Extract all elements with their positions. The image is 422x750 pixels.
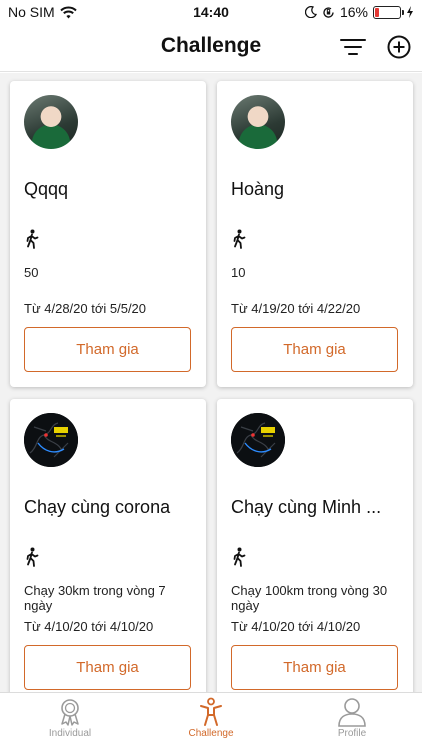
tab-profile[interactable]: Profile: [282, 697, 422, 749]
challenge-name: Hoàng: [231, 179, 285, 199]
battery-icon: [373, 5, 404, 19]
challenge-target: Chạy 30km trong vòng 7 ngày: [24, 583, 166, 613]
join-button[interactable]: Tham gia: [231, 327, 398, 372]
tab-label: Individual: [48, 728, 92, 739]
add-challenge-button[interactable]: [384, 32, 414, 62]
tab-label: Challenge: [188, 728, 234, 739]
challenge-dates: Từ 4/10/20 tới 4/10/20: [231, 619, 361, 634]
join-button[interactable]: Tham gia: [24, 645, 191, 690]
challenge-name: Qqqq: [24, 179, 69, 199]
join-button[interactable]: Tham gia: [231, 645, 398, 690]
challenge-avatar: [24, 413, 78, 467]
tab-bar: Individual Challenge Profile: [0, 692, 422, 750]
tab-individual[interactable]: Individual: [0, 697, 140, 749]
moon-icon: [304, 6, 317, 18]
charging-bolt-icon: [407, 6, 413, 18]
tab-challenge[interactable]: Challenge: [141, 697, 281, 749]
challenge-target: Chạy 100km trong vòng 30 ngày: [231, 583, 388, 613]
challenge-avatar: [24, 95, 78, 149]
challenge-card[interactable]: Qqqq 50 Từ 4/28/20 tới 5/5/20 Tham gia: [10, 81, 206, 387]
challenge-name: Chạy cùng Minh ...: [231, 497, 382, 517]
filter-button[interactable]: [338, 32, 368, 62]
challenge-dates: Từ 4/10/20 tới 4/10/20: [24, 619, 154, 634]
tab-label: Profile: [337, 728, 367, 739]
navigation-header: Challenge: [0, 24, 422, 72]
walking-icon: [233, 229, 246, 249]
challenge-dates: Từ 4/28/20 tới 5/5/20: [24, 301, 147, 316]
rotation-lock-icon: [323, 6, 334, 18]
challenge-avatar: [231, 95, 285, 149]
walking-icon: [26, 229, 39, 249]
status-bar: No SIM 14:40 16%: [0, 0, 422, 24]
challenge-name: Chạy cùng corona: [24, 497, 171, 517]
filter-icon: [340, 39, 366, 55]
challenge-card[interactable]: Chạy cùng corona Chạy 30km trong vòng 7 …: [10, 399, 206, 692]
challenge-dates: Từ 4/19/20 tới 4/22/20: [231, 301, 361, 316]
challenge-card[interactable]: Hoàng 10 Từ 4/19/20 tới 4/22/20 Tham gia: [217, 81, 413, 387]
challenge-avatar: [231, 413, 285, 467]
user-icon: [338, 698, 366, 727]
person-activity-icon: [200, 697, 222, 726]
join-button[interactable]: Tham gia: [24, 327, 191, 372]
walking-icon: [26, 547, 39, 567]
status-right: 16%: [304, 4, 414, 20]
challenge-list[interactable]: Qqqq 50 Từ 4/28/20 tới 5/5/20 Tham gia H…: [0, 73, 422, 692]
medal-icon: [61, 699, 79, 726]
challenge-card[interactable]: Chạy cùng Minh ... Chạy 100km trong vòng…: [217, 399, 413, 692]
challenge-target: 10: [231, 265, 246, 280]
walking-icon: [233, 547, 246, 567]
challenge-target: 50: [24, 265, 39, 280]
battery-percent: 16%: [339, 4, 368, 20]
plus-circle-icon: [387, 35, 411, 59]
